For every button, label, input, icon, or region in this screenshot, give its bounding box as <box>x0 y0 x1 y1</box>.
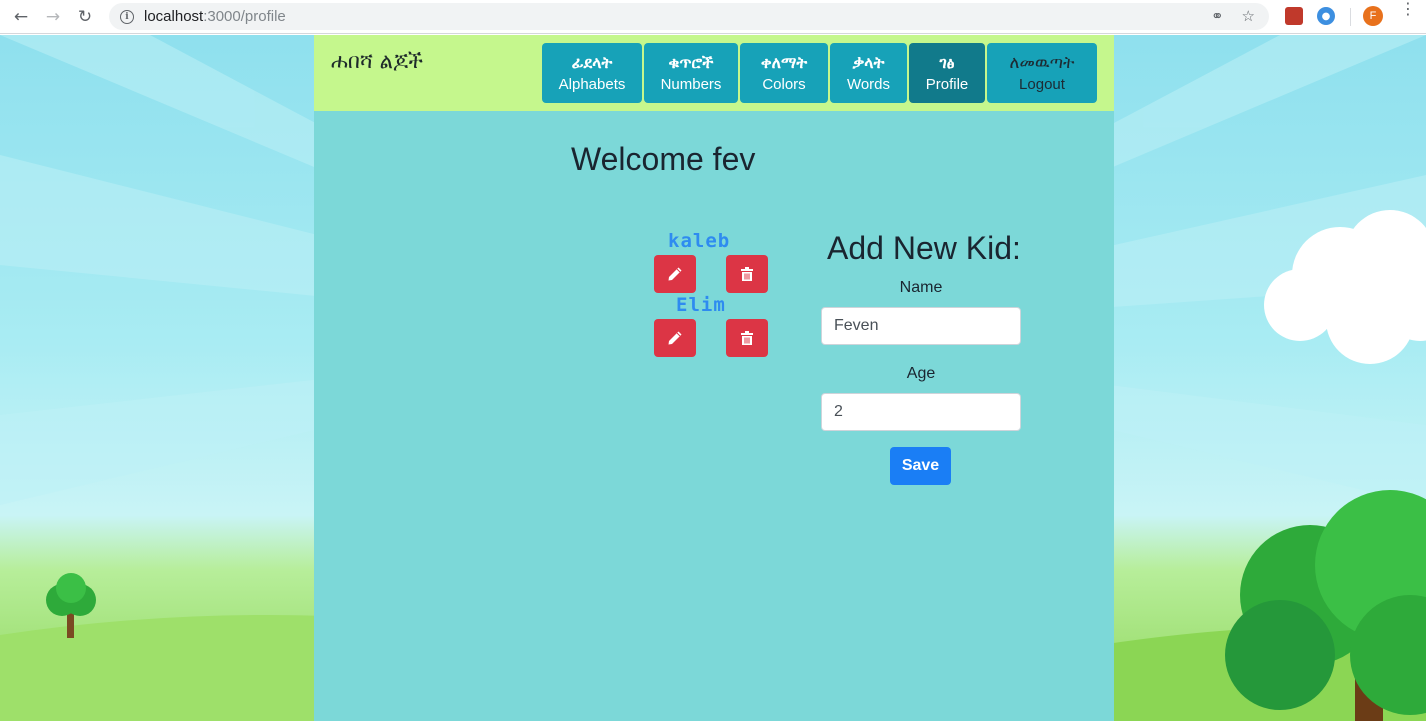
nav-words[interactable]: ቃላት Words <box>830 43 907 103</box>
browser-toolbar: ← → ↻ i localhost:3000/profile ⚭ ☆ ● F ⋮ <box>0 0 1426 34</box>
trash-icon <box>741 331 753 345</box>
kid-name: kaleb <box>668 230 731 252</box>
top-navbar: ሐበሻ ልጆች ፊደላት Alphabets ቁጥሮች Numbers ቀለማት… <box>314 35 1114 111</box>
info-icon[interactable]: i <box>120 9 134 24</box>
pencil-icon <box>668 267 682 281</box>
nav-label-english: Alphabets <box>558 76 626 93</box>
nav-label-amharic: ለመዉጣት <box>1009 53 1075 73</box>
back-arrow-icon[interactable]: ← <box>8 4 34 30</box>
pencil-icon <box>668 331 682 345</box>
address-bar[interactable]: i localhost:3000/profile ⚭ ☆ <box>109 3 1269 30</box>
nav-profile[interactable]: ገፅ Profile <box>909 43 985 103</box>
nav-label-amharic: ገፅ <box>939 53 955 72</box>
nav-label-amharic: ቃላት <box>852 53 885 72</box>
extension-icon[interactable] <box>1285 7 1303 25</box>
edit-kid-button[interactable] <box>654 319 696 357</box>
app-panel: ሐበሻ ልጆች ፊደላት Alphabets ቁጥሮች Numbers ቀለማት… <box>314 35 1114 721</box>
url-text: localhost:3000/profile <box>144 8 286 25</box>
nav-logout[interactable]: ለመዉጣት Logout <box>987 43 1097 103</box>
nav-label-english: Numbers <box>660 76 722 93</box>
forward-arrow-icon[interactable]: → <box>40 4 66 30</box>
nav-numbers[interactable]: ቁጥሮች Numbers <box>644 43 738 103</box>
nav-colors[interactable]: ቀለማት Colors <box>740 43 828 103</box>
add-kid-heading: Add New Kid: <box>827 230 1021 266</box>
nav-label-english: Logout <box>1019 76 1065 93</box>
welcome-heading: Welcome fev <box>571 141 756 177</box>
name-input[interactable] <box>821 307 1021 345</box>
nav-label-english: Words <box>846 76 891 93</box>
kid-name: Elim <box>676 294 726 316</box>
save-button[interactable]: Save <box>890 447 951 485</box>
nav-label-english: Colors <box>762 76 806 93</box>
age-input[interactable] <box>821 393 1021 431</box>
kebab-menu-icon[interactable]: ⋮ <box>1400 1 1416 17</box>
delete-kid-button[interactable] <box>726 255 768 293</box>
nav-label-amharic: ፊደላት <box>571 53 613 72</box>
nav-alphabets[interactable]: ፊደላት Alphabets <box>542 43 642 103</box>
reload-icon[interactable]: ↻ <box>72 4 98 30</box>
extension-icon[interactable]: ● <box>1317 7 1335 25</box>
name-label: Name <box>899 279 943 296</box>
edit-kid-button[interactable] <box>654 255 696 293</box>
age-label: Age <box>906 365 936 382</box>
nav-label-amharic: ቁጥሮች <box>668 53 714 72</box>
delete-kid-button[interactable] <box>726 319 768 357</box>
trash-icon <box>741 267 753 281</box>
star-icon[interactable]: ☆ <box>1242 7 1255 25</box>
nav-label-english: Profile <box>925 76 969 93</box>
toolbar-divider <box>1350 8 1351 26</box>
profile-avatar[interactable]: F <box>1363 6 1383 26</box>
nav-label-amharic: ቀለማት <box>760 53 808 72</box>
brand-logo-text[interactable]: ሐበሻ ልጆች <box>331 49 423 74</box>
key-icon[interactable]: ⚭ <box>1211 7 1224 25</box>
